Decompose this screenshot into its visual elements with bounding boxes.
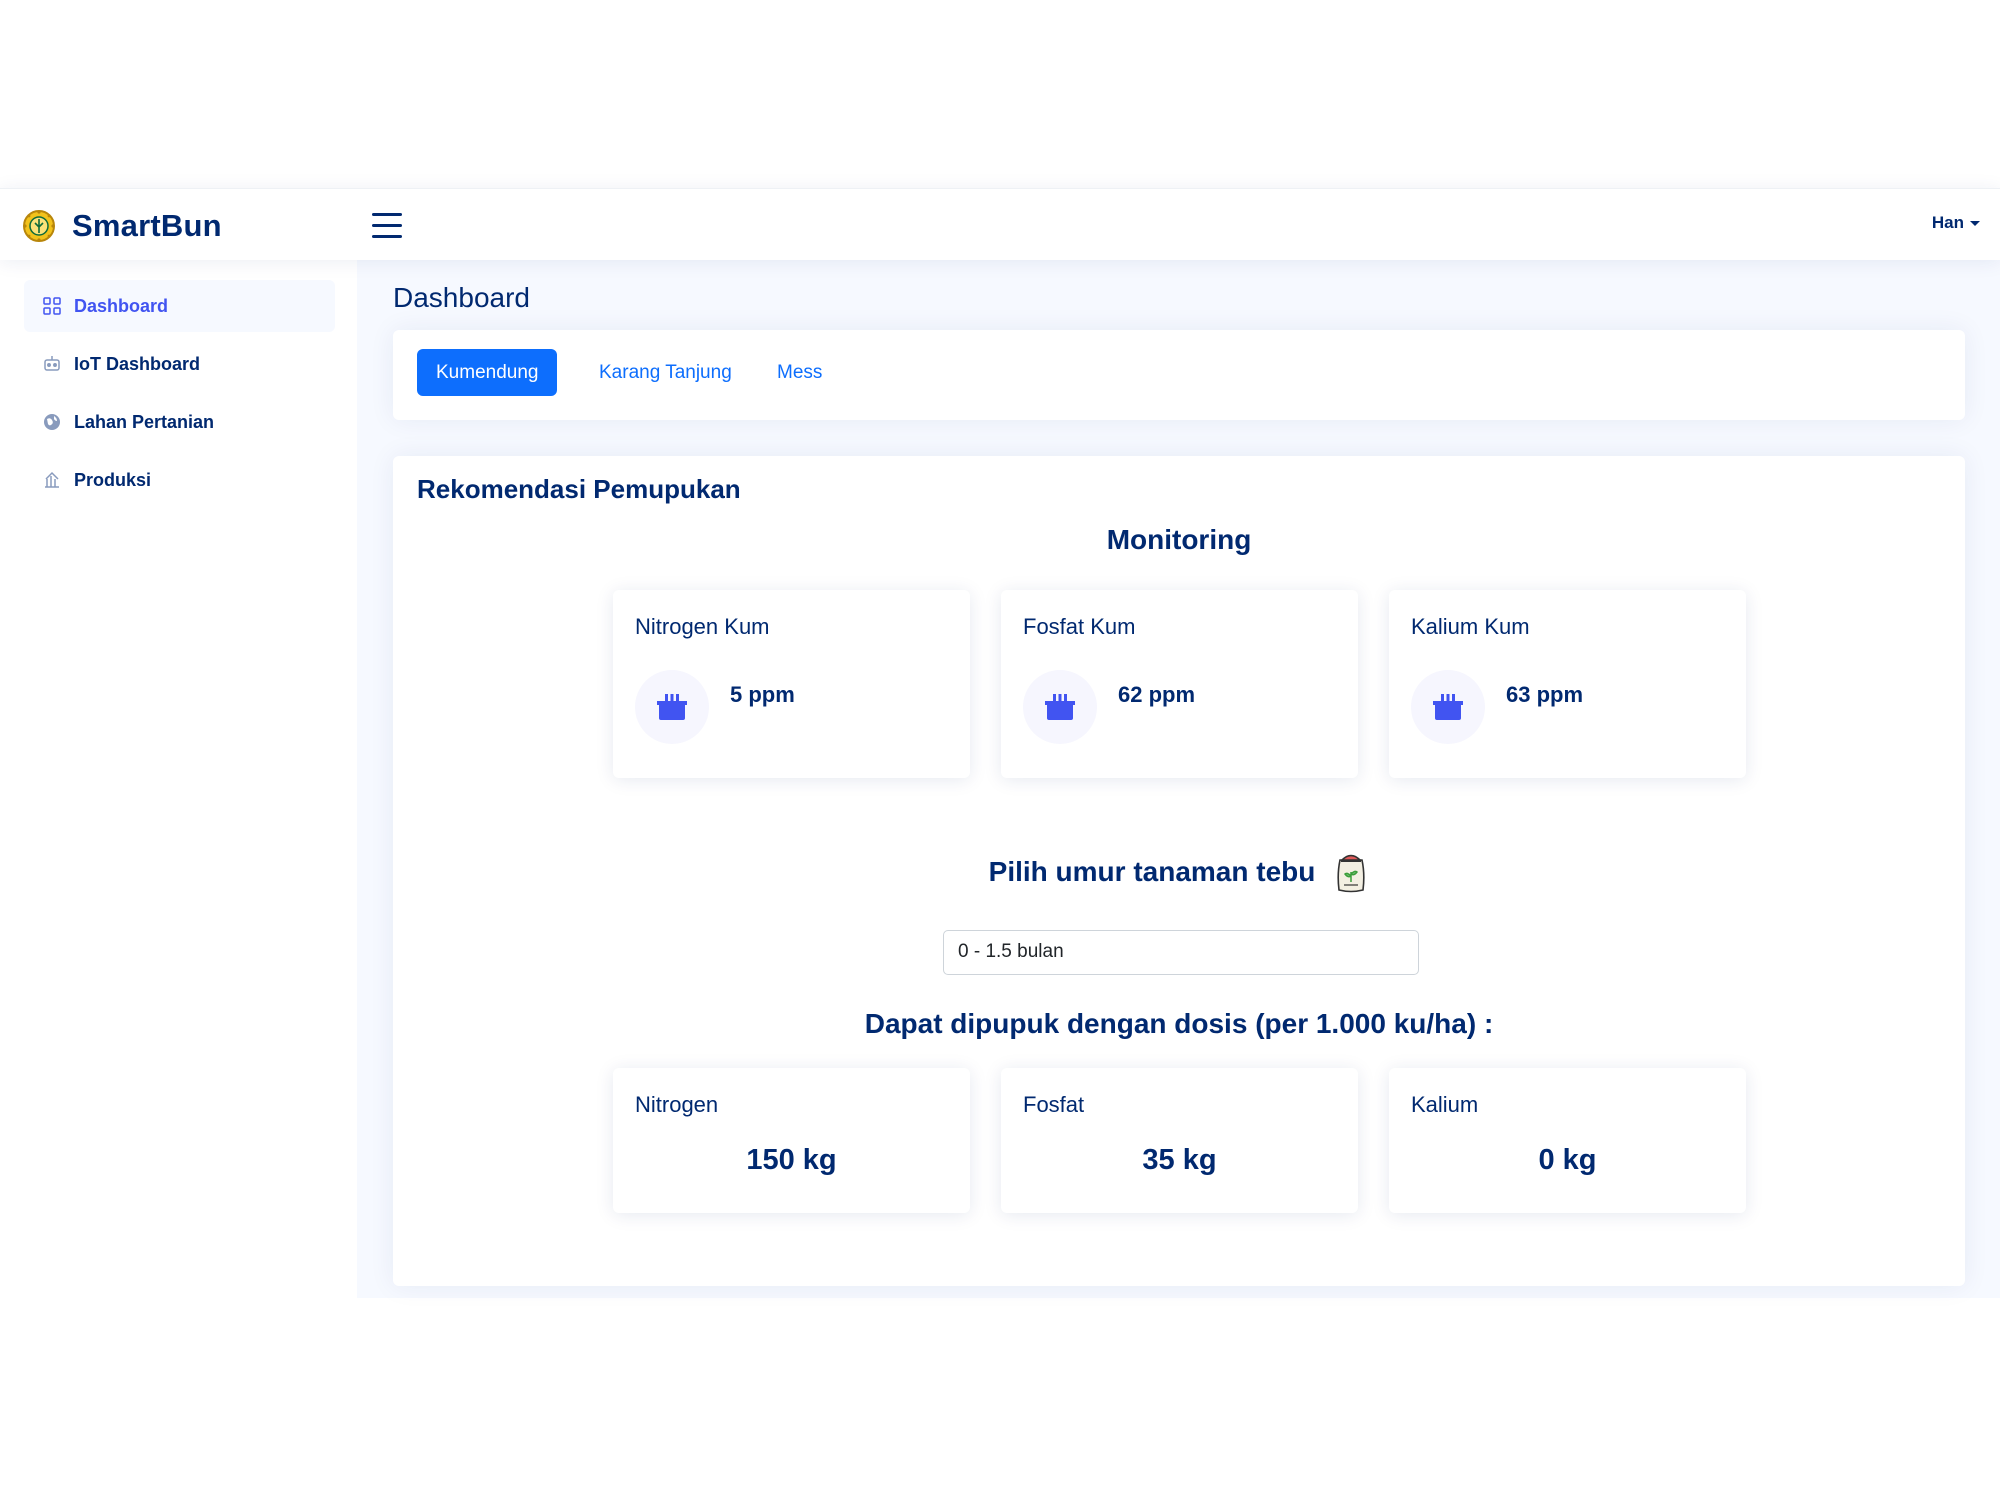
globe-icon xyxy=(44,414,60,430)
location-tabs: Kumendung Karang Tanjung Mess xyxy=(393,330,1965,420)
sidebar-item-iot-dashboard[interactable]: IoT Dashboard xyxy=(24,338,335,390)
dose-title: Dapat dipupuk dengan dosis (per 1.000 ku… xyxy=(864,1008,1494,1039)
metric-icon-circle xyxy=(1411,670,1485,744)
sidebar-item-label: Produksi xyxy=(74,469,152,490)
user-name: Han xyxy=(1931,213,1964,232)
app-window: SmartBun Han Dashboard IoT Dashboard Lah… xyxy=(0,188,2000,1298)
sidebar: Dashboard IoT Dashboard Lahan Pertanian xyxy=(0,260,357,1298)
grid-icon xyxy=(43,297,61,315)
metric-icon-circle xyxy=(635,670,709,744)
box-icon xyxy=(1433,694,1463,720)
menu-toggle-button[interactable] xyxy=(372,213,402,239)
dose-value: 0 kg xyxy=(1538,1144,1597,1176)
top-header: SmartBun Han xyxy=(0,188,2000,260)
metric-card-kalium: Kalium Kum 63 ppm xyxy=(1389,590,1746,778)
metric-name: Nitrogen Kum xyxy=(635,614,770,639)
dose-card-kalium: Kalium 0 kg xyxy=(1389,1068,1746,1213)
user-dropdown[interactable]: Han xyxy=(1932,213,1980,233)
app-name: SmartBun xyxy=(72,208,222,243)
metric-card-fosfat: Fosfat Kum 62 ppm xyxy=(1001,590,1358,778)
tab-label: Mess xyxy=(777,361,823,383)
fertilizer-sack-icon xyxy=(1337,854,1365,893)
logo[interactable]: SmartBun xyxy=(22,208,222,243)
metric-card-nitrogen: Nitrogen Kum 5 ppm xyxy=(613,590,970,778)
hamburger-line xyxy=(372,213,402,216)
age-prompt-row: Pilih umur tanaman tebu xyxy=(393,850,1965,894)
metric-name: Fosfat Kum xyxy=(1023,614,1136,639)
bank-icon xyxy=(45,471,59,488)
card-title: Rekomendasi Pemupukan xyxy=(417,474,741,504)
dose-name: Nitrogen xyxy=(635,1092,719,1117)
box-icon xyxy=(657,694,687,720)
monitoring-title: Monitoring xyxy=(1106,524,1252,555)
hamburger-line xyxy=(372,224,402,227)
sidebar-item-label: Dashboard xyxy=(74,295,169,316)
main-content: Dashboard Kumendung Karang Tanjung Mess … xyxy=(357,260,2000,1298)
dose-card-fosfat: Fosfat 35 kg xyxy=(1001,1068,1358,1213)
tab-label: Karang Tanjung xyxy=(599,361,732,383)
tab-kumendung[interactable]: Kumendung xyxy=(417,349,558,396)
metric-icon-circle xyxy=(1023,670,1097,744)
tab-mess[interactable]: Mess xyxy=(758,349,841,396)
age-select[interactable]: 0 - 1.5 bulan xyxy=(943,930,1419,975)
metric-name: Kalium Kum xyxy=(1411,614,1530,639)
emblem-icon xyxy=(23,210,55,242)
age-select-value: 0 - 1.5 bulan xyxy=(958,941,1064,962)
dose-card-nitrogen: Nitrogen 150 kg xyxy=(613,1068,970,1213)
sidebar-item-lahan-pertanian[interactable]: Lahan Pertanian xyxy=(24,396,335,448)
dose-name: Fosfat xyxy=(1023,1092,1085,1117)
dose-name: Kalium xyxy=(1411,1092,1479,1117)
metric-value: 62 ppm xyxy=(1118,682,1196,707)
dose-value: 150 kg xyxy=(746,1144,837,1176)
sidebar-item-dashboard[interactable]: Dashboard xyxy=(24,280,335,332)
page-title: Dashboard xyxy=(393,282,530,313)
tab-label: Kumendung xyxy=(436,361,539,383)
tab-karang-tanjung[interactable]: Karang Tanjung xyxy=(580,349,751,396)
metric-value: 63 ppm xyxy=(1506,682,1584,707)
hamburger-line xyxy=(372,235,402,238)
sidebar-item-label: Lahan Pertanian xyxy=(74,411,215,432)
box-icon xyxy=(1045,694,1075,720)
chevron-down-icon xyxy=(1970,220,1980,226)
metric-value: 5 ppm xyxy=(730,682,795,707)
recommendation-card: Rekomendasi Pemupukan Monitoring Nitroge… xyxy=(393,456,1965,1286)
age-prompt: Pilih umur tanaman tebu xyxy=(988,856,1316,887)
robot-icon xyxy=(44,356,60,371)
sidebar-item-label: IoT Dashboard xyxy=(74,353,201,374)
dose-value: 35 kg xyxy=(1142,1144,1217,1176)
sidebar-item-produksi[interactable]: Produksi xyxy=(24,454,335,506)
